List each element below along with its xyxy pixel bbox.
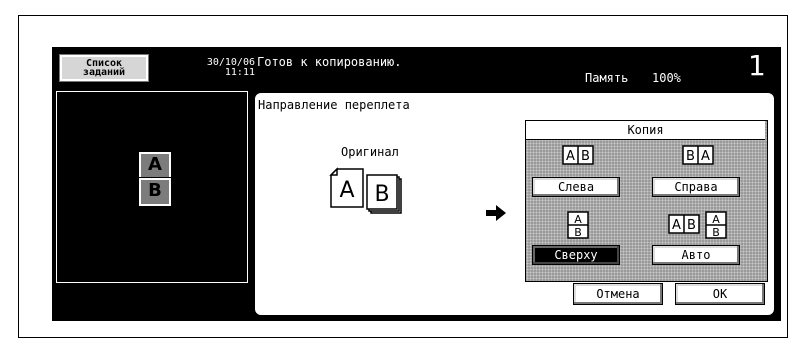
auto-icon-top-letter-a: A [712,213,720,226]
ok-button[interactable]: OK [675,283,765,305]
arrow-right-icon [486,205,506,221]
left-icon-letter-a: A [566,149,575,164]
date-time: 30/10/06 11:11 [155,58,255,78]
top-icon-letter-b: B [574,226,582,239]
copy-options-box: Копия A B Слева B A Справа A B Сверху A … [525,120,768,282]
top-icon-letter-a: A [574,213,582,226]
right-icon-letter-b: B [686,149,695,164]
auto-icon-letter-b: B [687,218,696,233]
left-bind-icon: A B [562,145,594,165]
preview-page-a: A [138,151,172,181]
right-bind-icon: B A [682,145,714,165]
auto-binding-button[interactable]: Авто [652,245,740,265]
preview-pane: A B [56,91,248,283]
right-binding-button[interactable]: Справа [652,177,740,197]
control-panel-screen: Список заданий 30/10/06 11:11 Готов к ко… [52,47,781,321]
original-label: Оригинал [341,145,399,159]
memory-label: Память [585,71,629,85]
cancel-button[interactable]: Отмена [573,283,663,305]
copy-header: Копия [526,121,765,140]
top-binding-button[interactable]: Сверху [532,245,620,265]
auto-icon-top-letter-b: B [712,226,720,239]
binding-direction-panel: Направление переплета Оригинал A B Копия… [253,91,776,317]
memory-value: 100% [652,71,681,85]
job-list-button[interactable]: Список заданий [59,54,149,82]
auto-icon-letter-a: A [672,218,681,233]
left-binding-button[interactable]: Слева [532,177,620,197]
status-bar: Готов к копированию. Память 100% 1 [257,47,781,90]
right-icon-letter-a: A [701,149,710,164]
left-icon-letter-b: B [581,149,590,164]
original-pages-icon: A B [329,167,402,214]
original-page-a: A [339,178,354,203]
auto-bind-icon: A B A B [668,211,727,239]
top-bind-icon: A B [567,211,589,239]
copy-count: 1 [748,49,766,82]
status-message: Готов к копированию. [257,55,402,69]
time: 11:11 [224,67,255,78]
preview-page-b: B [138,177,172,207]
left-footer [56,287,248,317]
panel-title: Направление переплета [258,98,410,112]
original-page-b: B [374,182,389,207]
